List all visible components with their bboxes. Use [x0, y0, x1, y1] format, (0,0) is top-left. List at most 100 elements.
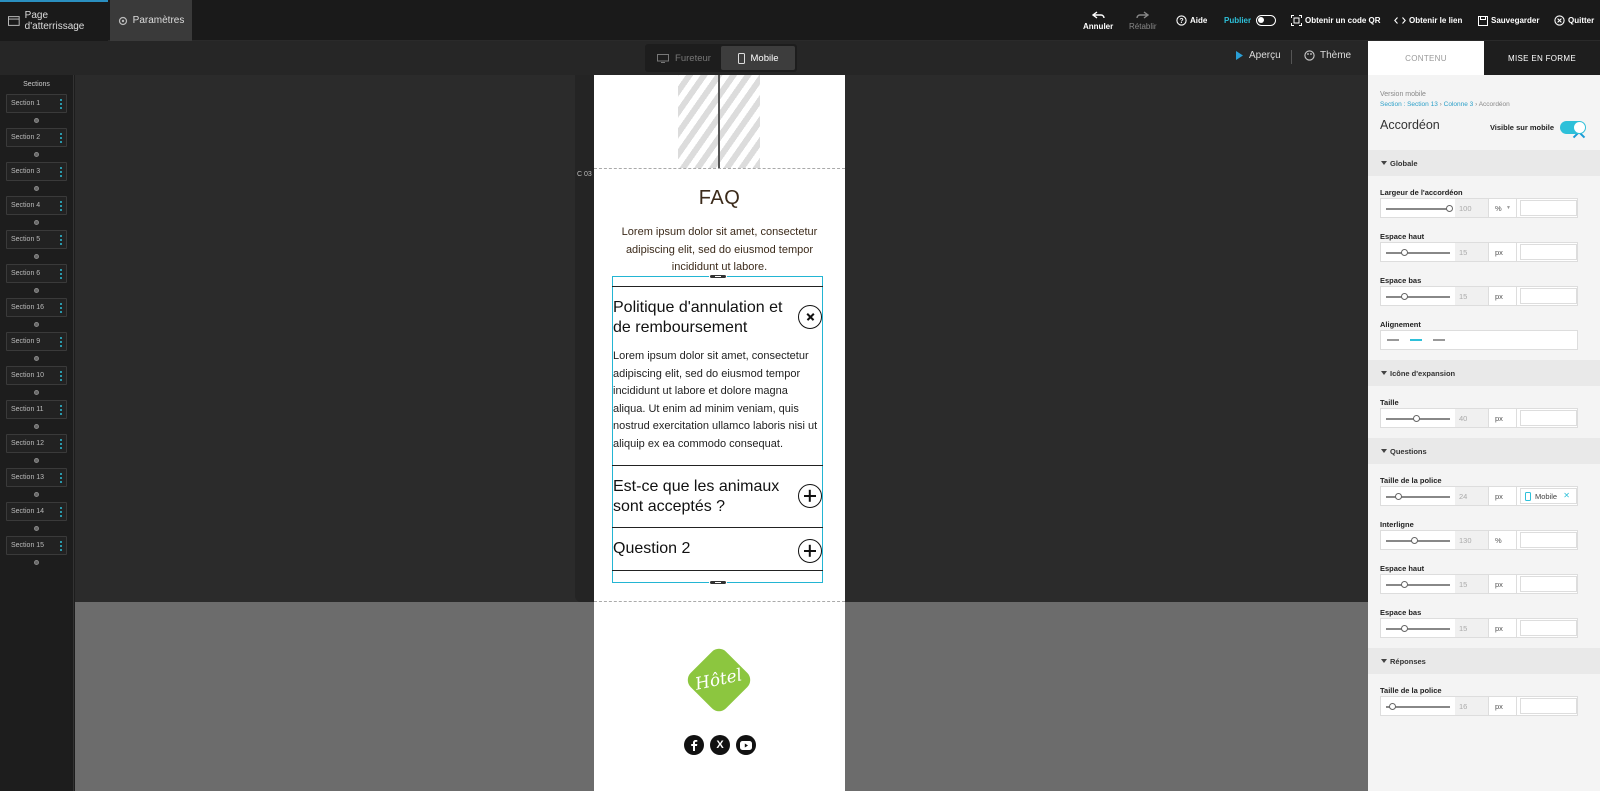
more-options-icon[interactable]	[60, 473, 62, 483]
tab-settings[interactable]: Paramètres	[110, 0, 192, 41]
sidebar-section-item[interactable]: Section 13	[6, 468, 67, 487]
group-questions[interactable]: Questions	[1368, 438, 1600, 464]
tab-content[interactable]: CONTENU	[1368, 41, 1484, 75]
publish-switch[interactable]	[1256, 15, 1277, 26]
help-button[interactable]: ? Aide	[1176, 0, 1207, 41]
slider-knob[interactable]	[1395, 493, 1402, 500]
sidebar-section-item[interactable]: Section 1	[6, 94, 67, 113]
unit-select[interactable]: %	[1489, 531, 1517, 549]
slider-track[interactable]	[1386, 205, 1453, 212]
publish-toggle[interactable]: Publier	[1224, 0, 1277, 41]
breadcrumb-section[interactable]: Section : Section 13	[1380, 101, 1438, 108]
more-options-icon[interactable]	[60, 507, 62, 517]
accordion-item[interactable]: Politique d'annulation et de rembourseme…	[612, 286, 823, 465]
breadcrumb-column[interactable]: Colonne 3	[1444, 101, 1474, 108]
more-options-icon[interactable]	[60, 371, 62, 381]
more-options-icon[interactable]	[60, 133, 62, 143]
more-options-icon[interactable]	[60, 167, 62, 177]
align-center-icon[interactable]	[1407, 334, 1425, 346]
unit-select[interactable]: % ▼	[1489, 199, 1517, 217]
slider-knob[interactable]	[1401, 293, 1408, 300]
preview-button[interactable]: Aperçu	[1236, 50, 1281, 61]
slider-track[interactable]	[1386, 703, 1450, 710]
extra-input[interactable]	[1520, 698, 1577, 714]
value-input[interactable]: 24	[1455, 487, 1489, 505]
sidebar-section-item[interactable]: Section 12	[6, 434, 67, 453]
sidebar-section-item[interactable]: Section 14	[6, 502, 67, 521]
faq-intro-text[interactable]: Lorem ipsum dolor sit amet, consectetur …	[614, 224, 825, 277]
expand-icon[interactable]	[798, 484, 822, 508]
slider-track[interactable]	[1386, 581, 1450, 588]
device-override-chip[interactable]: Mobile ✕	[1520, 488, 1577, 504]
sidebar-section-item[interactable]: Section 16	[6, 298, 67, 317]
value-input[interactable]: 130	[1455, 531, 1489, 549]
slider-track[interactable]	[1386, 493, 1450, 500]
slider-knob[interactable]	[1401, 625, 1408, 632]
more-options-icon[interactable]	[60, 541, 62, 551]
accordion-question[interactable]: Politique d'annulation et de rembourseme…	[612, 287, 823, 348]
x-twitter-icon[interactable]: X	[710, 735, 730, 755]
get-link-button[interactable]: Obtenir le lien	[1394, 0, 1462, 41]
more-options-icon[interactable]	[60, 99, 62, 109]
unit-select[interactable]: px	[1489, 243, 1517, 261]
visible-on-mobile-toggle[interactable]: Visible sur mobile	[1490, 121, 1586, 134]
save-button[interactable]: Sauvegarder	[1478, 0, 1539, 41]
value-input[interactable]: 15	[1455, 243, 1489, 261]
more-options-icon[interactable]	[60, 405, 62, 415]
undo-button[interactable]: Annuler	[1083, 0, 1113, 41]
unit-select[interactable]: px	[1489, 619, 1517, 637]
value-input[interactable]: 15	[1455, 287, 1489, 305]
group-expansion-icon[interactable]: Icône d'expansion	[1368, 360, 1600, 386]
slider-knob[interactable]	[1401, 581, 1408, 588]
extra-input[interactable]	[1520, 576, 1577, 592]
resize-handle-top[interactable]	[709, 274, 727, 279]
extra-input[interactable]	[1520, 288, 1577, 304]
accordion-item[interactable]: Question 2	[612, 527, 823, 571]
more-options-icon[interactable]	[60, 303, 62, 313]
unit-select[interactable]: px	[1489, 287, 1517, 305]
slider-knob[interactable]	[1401, 249, 1408, 256]
collapse-icon[interactable]	[798, 305, 822, 329]
quit-button[interactable]: Quitter	[1554, 0, 1594, 41]
slider-knob[interactable]	[1411, 537, 1419, 544]
sidebar-section-item[interactable]: Section 4	[6, 196, 67, 215]
more-options-icon[interactable]	[60, 439, 62, 449]
resize-handle-bottom[interactable]	[709, 580, 727, 585]
value-input[interactable]: 40	[1455, 409, 1489, 427]
align-left-icon[interactable]	[1384, 334, 1402, 346]
unit-select[interactable]: px	[1489, 575, 1517, 593]
youtube-icon[interactable]	[736, 735, 756, 755]
expand-icon[interactable]	[798, 539, 822, 563]
more-options-icon[interactable]	[60, 269, 62, 279]
accordion-question[interactable]: Question 2	[612, 528, 823, 570]
slider-knob[interactable]	[1446, 205, 1453, 212]
extra-input[interactable]	[1520, 410, 1577, 426]
sidebar-section-item[interactable]: Section 2	[6, 128, 67, 147]
extra-input[interactable]	[1520, 244, 1577, 260]
slider-track[interactable]	[1386, 537, 1450, 544]
more-options-icon[interactable]	[60, 235, 62, 245]
group-global[interactable]: Globale	[1368, 150, 1600, 176]
slider-track[interactable]	[1386, 415, 1450, 422]
hotel-logo[interactable]: Hôtel	[683, 644, 755, 716]
qr-code-button[interactable]: Obtenir un code QR	[1291, 0, 1381, 41]
faq-heading[interactable]: FAQ	[594, 187, 845, 210]
sidebar-section-item[interactable]: Section 10	[6, 366, 67, 385]
unit-select[interactable]: px	[1489, 697, 1517, 715]
sidebar-section-item[interactable]: Section 5	[6, 230, 67, 249]
redo-button[interactable]: Rétablir	[1129, 0, 1157, 41]
tab-format[interactable]: MISE EN FORME	[1484, 41, 1600, 75]
slider-track[interactable]	[1386, 625, 1450, 632]
theme-button[interactable]: Thème	[1304, 50, 1351, 61]
sidebar-section-item[interactable]: Section 6	[6, 264, 67, 283]
value-input[interactable]: 100	[1455, 199, 1489, 217]
sidebar-section-item[interactable]: Section 9	[6, 332, 67, 351]
sidebar-section-item[interactable]: Section 3	[6, 162, 67, 181]
unit-select[interactable]: px	[1489, 487, 1517, 505]
value-input[interactable]: 16	[1455, 697, 1489, 715]
sidebar-section-item[interactable]: Section 15	[6, 536, 67, 555]
accordion-question[interactable]: Est-ce que les animaux sont acceptés ?	[612, 466, 823, 527]
group-answers[interactable]: Réponses	[1368, 648, 1600, 674]
more-options-icon[interactable]	[60, 337, 62, 347]
unit-select[interactable]: px	[1489, 409, 1517, 427]
